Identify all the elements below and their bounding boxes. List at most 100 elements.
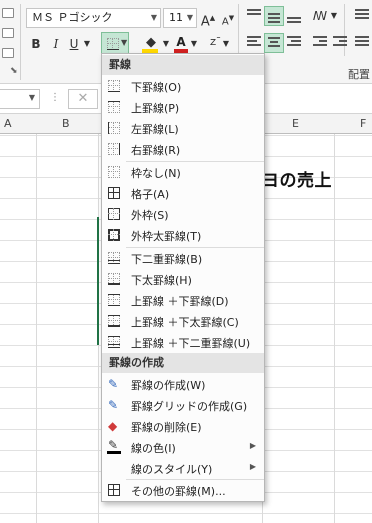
- menu-item-label: 右罫線(R): [131, 144, 181, 157]
- column-header-a[interactable]: A: [4, 117, 12, 130]
- chevron-down-icon[interactable]: ▼: [29, 93, 35, 102]
- draw-border-grid-icon: ✎: [108, 398, 119, 412]
- borders-icon: [107, 38, 119, 50]
- menu-item-line-color[interactable]: ✎ 線の色(I) ▶: [102, 437, 264, 458]
- menu-item-label: 枠なし(N): [131, 167, 181, 180]
- chevron-down-icon[interactable]: ▼: [151, 9, 157, 27]
- menu-item-label: 外枠(S): [131, 209, 169, 222]
- align-middle-icon[interactable]: [264, 6, 284, 26]
- border-top-double-bottom-icon: [108, 336, 120, 348]
- column-header-f[interactable]: F: [360, 117, 366, 130]
- phonetic-icon: ｚ̄: [207, 35, 219, 48]
- chevron-down-icon[interactable]: ▼: [222, 34, 230, 54]
- font-color-icon: A: [176, 35, 186, 49]
- menu-item-no-border[interactable]: 枠なし(N): [102, 162, 264, 183]
- chevron-down-icon[interactable]: ▼: [330, 6, 338, 26]
- merge-center-icon[interactable]: [352, 33, 372, 53]
- border-bottom-icon: [108, 80, 120, 92]
- cancel-button[interactable]: ✕: [68, 89, 98, 109]
- align-center-icon[interactable]: [264, 33, 284, 53]
- align-left-icon[interactable]: [244, 33, 264, 53]
- fill-color-button[interactable]: ◆: [140, 32, 162, 53]
- alignment-group-label: 配置: [348, 68, 370, 81]
- menu-item-top-bottom-border[interactable]: 上罫線 ＋下罫線(D): [102, 290, 264, 311]
- orientation-button[interactable]: ꟿ: [310, 6, 330, 26]
- border-top-bottom-icon: [108, 294, 120, 306]
- shrink-font-button[interactable]: A▼: [220, 8, 236, 28]
- submenu-arrow-icon: ▶: [249, 462, 256, 471]
- menu-item-thick-bottom-border[interactable]: 下太罫線(H): [102, 269, 264, 290]
- gridline: [36, 114, 37, 523]
- more-borders-icon: [108, 484, 120, 496]
- menu-item-erase-border[interactable]: ◆ 罫線の削除(E): [102, 416, 264, 437]
- border-double-bottom-icon: [108, 252, 120, 264]
- menu-item-all-borders[interactable]: 格子(A): [102, 183, 264, 204]
- border-left-icon: [108, 122, 120, 134]
- menu-item-label: 罫線の削除(E): [131, 421, 202, 434]
- fill-bucket-icon: ◆: [146, 35, 156, 50]
- orientation-icon: ꟿ: [312, 9, 328, 23]
- column-header-e[interactable]: E: [292, 117, 299, 130]
- menu-item-outside-borders[interactable]: 外枠(S): [102, 204, 264, 225]
- menu-item-label: 上罫線 ＋下二重罫線(U): [131, 337, 251, 350]
- menu-item-label: 外枠太罫線(T): [131, 230, 202, 243]
- name-box[interactable]: ▼: [0, 89, 40, 109]
- copy-icon[interactable]: [2, 28, 14, 38]
- menu-item-label: 下二重罫線(B): [131, 253, 203, 266]
- column-header-b[interactable]: B: [62, 117, 70, 130]
- chevron-down-icon[interactable]: ▼: [121, 38, 127, 47]
- menu-item-label: 下罫線(O): [131, 81, 182, 94]
- chevron-down-icon[interactable]: ▼: [162, 34, 170, 54]
- menu-item-label: 罫線グリッドの作成(G): [131, 400, 248, 413]
- menu-item-label: 上罫線(P): [131, 102, 180, 115]
- menu-item-left-border[interactable]: 左罫線(L): [102, 118, 264, 139]
- align-right-icon[interactable]: [284, 33, 304, 53]
- menu-item-more-borders[interactable]: その他の罫線(M)...: [102, 480, 264, 501]
- menu-item-label: その他の罫線(M)...: [131, 485, 226, 498]
- menu-item-draw-border-grid[interactable]: ✎ 罫線グリッドの作成(G): [102, 395, 264, 416]
- menu-item-top-border[interactable]: 上罫線(P): [102, 97, 264, 118]
- menu-item-draw-border[interactable]: ✎ 罫線の作成(W): [102, 374, 264, 395]
- menu-item-label: 上罫線 ＋下罫線(D): [131, 295, 229, 308]
- grow-font-button[interactable]: A▲: [200, 8, 216, 29]
- border-thick-outside-icon: [108, 229, 120, 241]
- menu-item-thick-outside-borders[interactable]: 外枠太罫線(T): [102, 225, 264, 246]
- borders-button[interactable]: ▼: [101, 32, 129, 54]
- eraser-icon: ◆: [108, 419, 118, 433]
- menu-item-top-double-bottom-border[interactable]: 上罫線 ＋下二重罫線(U): [102, 332, 264, 353]
- cut-icon[interactable]: [2, 8, 14, 18]
- line-color-icon: ✎: [107, 438, 121, 454]
- border-top-icon: [108, 101, 120, 113]
- menu-item-line-style[interactable]: 線のスタイル(Y) ▶: [102, 458, 264, 479]
- format-painter-icon[interactable]: [2, 48, 14, 58]
- border-outside-icon: [108, 208, 120, 220]
- bold-button[interactable]: B: [28, 34, 44, 54]
- font-name-select[interactable]: ＭＳ Ｐゴシック ▼: [26, 8, 161, 28]
- menu-item-right-border[interactable]: 右罫線(R): [102, 139, 264, 160]
- menu-item-label: 線の色(I): [131, 442, 176, 455]
- underline-button[interactable]: U: [66, 34, 82, 54]
- increase-indent-icon[interactable]: [330, 33, 350, 53]
- font-size-select[interactable]: 11 ▼: [163, 8, 197, 28]
- wrap-text-icon[interactable]: [352, 6, 372, 26]
- sheet-title-cell[interactable]: ヨの売上: [262, 166, 332, 191]
- menu-item-double-bottom-border[interactable]: 下二重罫線(B): [102, 248, 264, 269]
- dialog-launcher-icon[interactable]: ⬊: [10, 66, 18, 76]
- menu-item-bottom-border[interactable]: 下罫線(O): [102, 76, 264, 97]
- font-color-button[interactable]: A: [172, 32, 190, 53]
- border-thick-bottom-icon: [108, 273, 120, 285]
- border-none-icon: [108, 166, 120, 178]
- menu-item-label: 罫線の作成(W): [131, 379, 206, 392]
- more-icon[interactable]: ⋮: [50, 92, 60, 103]
- chevron-down-icon[interactable]: ▼: [82, 34, 92, 54]
- menu-item-top-thick-bottom-border[interactable]: 上罫線 ＋下太罫線(C): [102, 311, 264, 332]
- menu-section-header: 罫線: [102, 55, 264, 75]
- italic-button[interactable]: I: [48, 34, 64, 54]
- chevron-down-icon[interactable]: ▼: [187, 9, 193, 27]
- align-bottom-icon[interactable]: [284, 6, 304, 26]
- align-top-icon[interactable]: [244, 6, 264, 26]
- gridline: [334, 114, 335, 523]
- chevron-down-icon[interactable]: ▼: [190, 34, 198, 54]
- decrease-indent-icon[interactable]: [310, 33, 330, 53]
- phonetic-button[interactable]: ｚ̄: [204, 32, 222, 52]
